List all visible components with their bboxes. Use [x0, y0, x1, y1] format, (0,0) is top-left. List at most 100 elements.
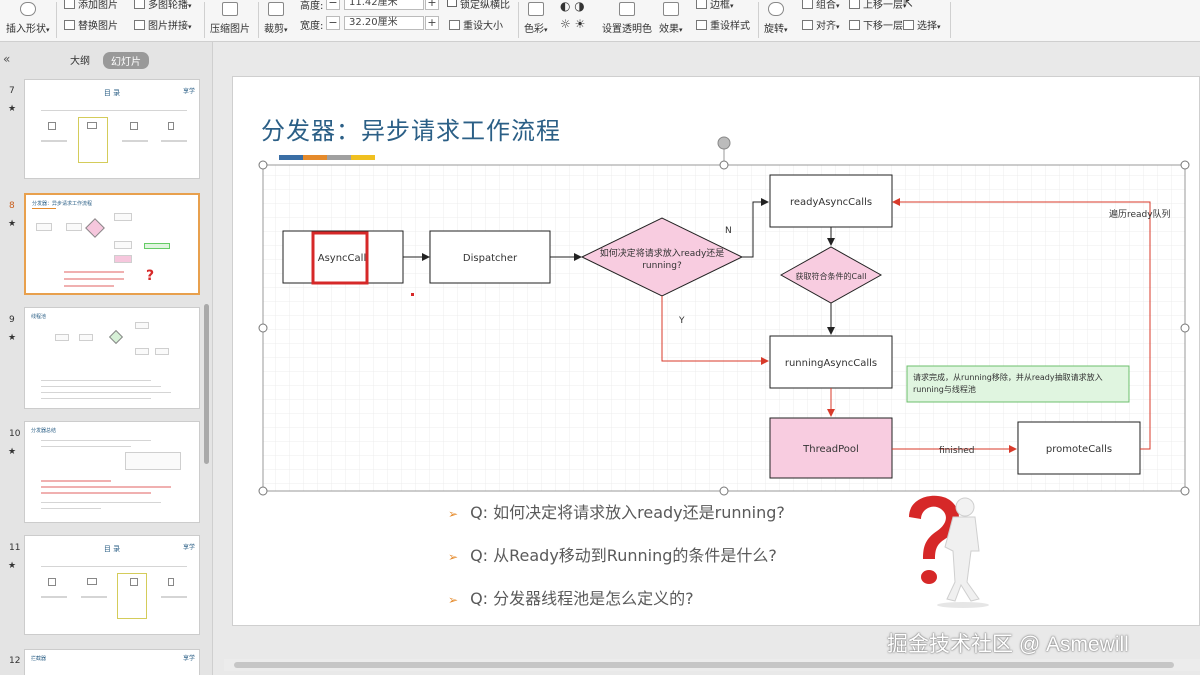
color-label: 色彩 — [524, 24, 544, 35]
question-mark-icon: ? — [146, 268, 155, 284]
resize-handle[interactable] — [719, 160, 729, 170]
border-label: 边框 — [710, 0, 730, 11]
logo-icon: 享学 — [183, 655, 196, 662]
crop-button[interactable]: 裁剪▾ — [264, 2, 288, 35]
align-button[interactable]: 对齐▾ — [802, 17, 840, 32]
animation-star-icon: ★ — [8, 447, 17, 457]
lock-ratio-checkbox[interactable] — [447, 0, 457, 7]
slide-thumbnail-10[interactable]: 分发器总结 — [24, 421, 200, 523]
reset-style-button[interactable]: 重设样式 — [696, 17, 750, 32]
animation-star-icon: ★ — [8, 561, 17, 571]
logo-icon: 享学 — [183, 544, 196, 551]
height-increase-button[interactable]: + — [425, 0, 439, 10]
slide-thumbnail-9[interactable]: 线程池 — [24, 307, 200, 409]
rotate-button[interactable]: 旋转▾ — [764, 2, 788, 35]
insert-shape-label: 插入形状 — [6, 24, 46, 35]
compress-button[interactable]: 压缩图片 — [210, 2, 250, 35]
slide-thumbnail-11[interactable]: 目 录 享学 — [24, 535, 200, 635]
group-icon — [802, 0, 813, 9]
thumb-title: 目 录 — [103, 89, 121, 97]
question-text: Q: 分发器线程池是怎么定义的? — [470, 589, 694, 608]
rotate-handle-icon[interactable] — [717, 136, 731, 150]
reset-style-label: 重设样式 — [710, 21, 750, 32]
brightness-icon[interactable]: ☼ ☀ — [560, 17, 585, 31]
resize-handle[interactable] — [1180, 486, 1190, 496]
slide-number: 11 — [9, 543, 21, 553]
bring-forward-button[interactable]: 上移一层▾ — [849, 0, 907, 11]
tab-slides[interactable]: 幻灯片 — [103, 52, 149, 69]
group-button[interactable]: 组合▾ — [802, 0, 840, 11]
width-input[interactable]: 32.20厘米 — [344, 16, 424, 30]
width-increase-button[interactable]: + — [425, 16, 439, 30]
picture-stitch-label: 图片拼接 — [148, 21, 188, 32]
select-button[interactable]: 选择▾ — [903, 17, 941, 32]
scrollbar-thumb[interactable] — [234, 662, 1174, 668]
label-iterate: 遍历ready队列 — [1109, 208, 1171, 220]
picture-icon — [64, 0, 75, 9]
height-input[interactable]: 11.42厘米 — [344, 0, 424, 10]
slide-thumbnail-7[interactable]: 目 录 享学 — [24, 79, 200, 179]
slide-canvas[interactable]: 分发器：异步请求工作流程 AsyncCall Dispatcher 如何决定将请… — [232, 76, 1200, 626]
multi-outline-button[interactable]: 多图轮播▾ — [134, 0, 192, 11]
condition-label: 获取符合条件的Call — [796, 271, 867, 281]
question-item: ➢ Q: 分发器线程池是怎么定义的? — [448, 585, 694, 609]
presentation-app: { "ribbon": { "insert_shape": "插入形状", "a… — [0, 0, 1200, 675]
color-icon — [527, 2, 544, 16]
tab-outline[interactable]: 大纲 — [70, 52, 90, 67]
horizontal-scrollbar[interactable] — [224, 659, 1200, 671]
thumb-title: 分发器总结 — [31, 428, 57, 434]
slide-thumbnail-8[interactable]: 分发器：异步请求工作流程 ? — [24, 193, 200, 295]
running-calls-label: runningAsyncCalls — [785, 358, 877, 369]
ribbon-toolbar: 插入形状▾ 添加图片 替换图片 多图轮播▾ 图片拼接▾ 压缩图片 裁剪▾ 高度:… — [0, 0, 1200, 42]
collapse-panel-icon[interactable]: « — [3, 52, 10, 66]
slide-thumbnail-12[interactable]: 拦截器 享学 — [24, 649, 200, 675]
height-label: 高度: — [300, 1, 324, 12]
replace-picture-button[interactable]: 替换图片 — [64, 17, 118, 32]
resize-handle[interactable] — [1180, 323, 1190, 333]
slides-panel: « 大纲 幻灯片 7 ★ 目 录 享学 8 ★ 分发器：异步请求工作流程 ? 9… — [0, 42, 213, 675]
resize-handle[interactable] — [258, 486, 268, 496]
contrast-icon[interactable]: ◐ ◑ — [560, 0, 585, 13]
note-box — [906, 365, 1130, 403]
width-decrease-button[interactable]: − — [326, 16, 340, 30]
width-label: 宽度: — [300, 21, 324, 32]
set-transparent-button[interactable]: 设置透明色 — [602, 2, 652, 35]
slides-scrollbar[interactable] — [204, 304, 209, 464]
resize-handle[interactable] — [719, 486, 729, 496]
slide-number: 9 — [9, 315, 15, 325]
bring-forward-icon — [849, 0, 860, 9]
reset-size-button[interactable]: 重设大小 — [449, 17, 503, 32]
insert-shape-button[interactable]: 插入形状▾ — [6, 2, 50, 35]
animation-star-icon: ★ — [8, 219, 17, 229]
lock-ratio-label: 锁定纵横比 — [460, 0, 510, 11]
height-decrease-button[interactable]: − — [326, 0, 340, 10]
effects-button[interactable]: 效果▾ — [659, 2, 683, 35]
border-icon — [696, 0, 707, 9]
thumb-title: 线程池 — [31, 314, 47, 320]
add-picture-button[interactable]: 添加图片 — [64, 0, 118, 11]
reset-size-label: 重设大小 — [463, 21, 503, 32]
bullet-arrow-icon: ➢ — [448, 593, 459, 607]
border-button[interactable]: 边框▾ — [696, 0, 734, 11]
ready-calls-label: readyAsyncCalls — [790, 197, 872, 208]
picture-stitch-button[interactable]: 图片拼接▾ — [134, 17, 192, 32]
add-picture-label: 添加图片 — [78, 0, 118, 11]
crop-label: 裁剪 — [264, 24, 284, 35]
send-backward-button[interactable]: 下移一层▾ — [849, 17, 907, 32]
question-item: ➢ Q: 从Ready移动到Running的条件是什么? — [448, 542, 777, 566]
group-label: 组合 — [816, 0, 836, 11]
resize-handle[interactable] — [258, 323, 268, 333]
color-button[interactable]: 色彩▾ — [524, 2, 548, 35]
promote-calls-label: promoteCalls — [1046, 444, 1112, 455]
animation-star-icon: ★ — [8, 333, 17, 343]
carousel-icon — [134, 0, 145, 9]
dispatcher-label: Dispatcher — [463, 253, 518, 264]
question-item: ➢ Q: 如何决定将请求放入ready还是running? — [448, 499, 785, 523]
crop-icon — [267, 2, 284, 16]
resize-handle[interactable] — [258, 160, 268, 170]
selection-pane-icon[interactable]: ⇱ — [903, 0, 913, 10]
resize-handle[interactable] — [1180, 160, 1190, 170]
transparent-icon — [619, 2, 635, 16]
note-text: 请求完成，从running移除，并从ready抽取请求放入 — [913, 372, 1103, 382]
slide-number: 12 — [9, 656, 21, 666]
